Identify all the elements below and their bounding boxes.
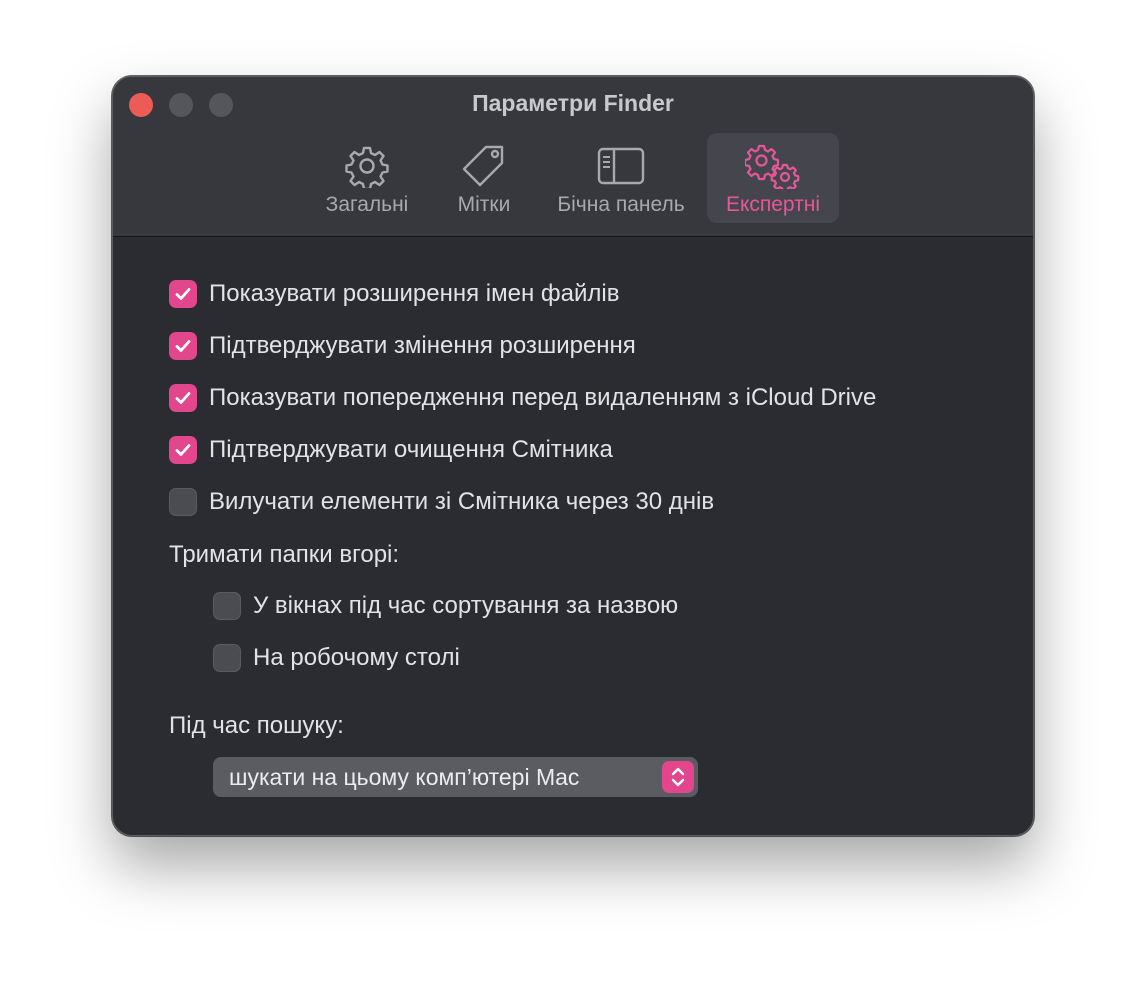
- finder-settings-window: Параметри Finder Загальні Мітки Бічна па…: [112, 76, 1034, 836]
- option-icloud-warning[interactable]: Показувати попередження перед видаленням…: [169, 384, 876, 412]
- sidebar-icon: [596, 141, 646, 191]
- tab-general[interactable]: Загальні: [311, 133, 423, 223]
- chevron-up-down-icon[interactable]: [662, 761, 694, 793]
- search-scope-heading: Під час пошуку:: [169, 712, 344, 739]
- option-label: У вікнах під час сортування за назвою: [253, 592, 679, 619]
- checkbox-unchecked[interactable]: [169, 488, 197, 516]
- tab-tags-label: Мітки: [457, 193, 511, 216]
- titlebar: Параметри Finder Загальні Мітки Бічна па…: [113, 77, 1033, 237]
- option-folders-desktop[interactable]: На робочому столі: [213, 644, 460, 672]
- option-confirm-empty-trash[interactable]: Підтверджувати очищення Смітника: [169, 436, 613, 464]
- advanced-settings-pane: Показувати розширення імен файлів Підтве…: [113, 237, 1033, 835]
- option-label: На робочому столі: [253, 644, 460, 671]
- tab-advanced-label: Експертні: [725, 193, 821, 216]
- checkbox-unchecked[interactable]: [213, 592, 241, 620]
- checkbox-checked[interactable]: [169, 436, 197, 464]
- option-show-extensions[interactable]: Показувати розширення імен файлів: [169, 280, 619, 308]
- checkbox-checked[interactable]: [169, 384, 197, 412]
- option-folders-windows[interactable]: У вікнах під час сортування за назвою: [213, 592, 678, 620]
- window-title: Параметри Finder: [472, 90, 674, 116]
- tab-advanced[interactable]: Експертні: [707, 133, 839, 223]
- folders-on-top-heading: Тримати папки вгорі:: [169, 541, 400, 568]
- option-label: Показувати попередження перед видаленням…: [209, 384, 877, 411]
- gear-icon: [345, 141, 389, 191]
- tab-sidebar[interactable]: Бічна панель: [545, 133, 697, 223]
- tag-icon: [460, 141, 508, 191]
- option-label: Підтверджувати змінення розширення: [209, 332, 636, 359]
- option-label: Показувати розширення імен файлів: [209, 280, 620, 307]
- option-confirm-extension-change[interactable]: Підтверджувати змінення розширення: [169, 332, 636, 360]
- tab-sidebar-label: Бічна панель: [557, 193, 685, 216]
- option-label: Підтверджувати очищення Смітника: [209, 436, 613, 463]
- option-remove-trash-30-days[interactable]: Вилучати елементи зі Смітника через 30 д…: [169, 488, 714, 516]
- option-label: Вилучати елементи зі Смітника через 30 д…: [209, 488, 715, 515]
- checkbox-unchecked[interactable]: [213, 644, 241, 672]
- checkbox-checked[interactable]: [169, 280, 197, 308]
- search-scope-popup[interactable]: шукати на цьому комп’ютері Mac: [213, 757, 698, 797]
- gears-icon: [745, 141, 801, 191]
- search-scope-value: шукати на цьому комп’ютері Mac: [229, 763, 580, 790]
- checkbox-checked[interactable]: [169, 332, 197, 360]
- tab-tags[interactable]: Мітки: [441, 133, 527, 223]
- tab-general-label: Загальні: [325, 193, 409, 216]
